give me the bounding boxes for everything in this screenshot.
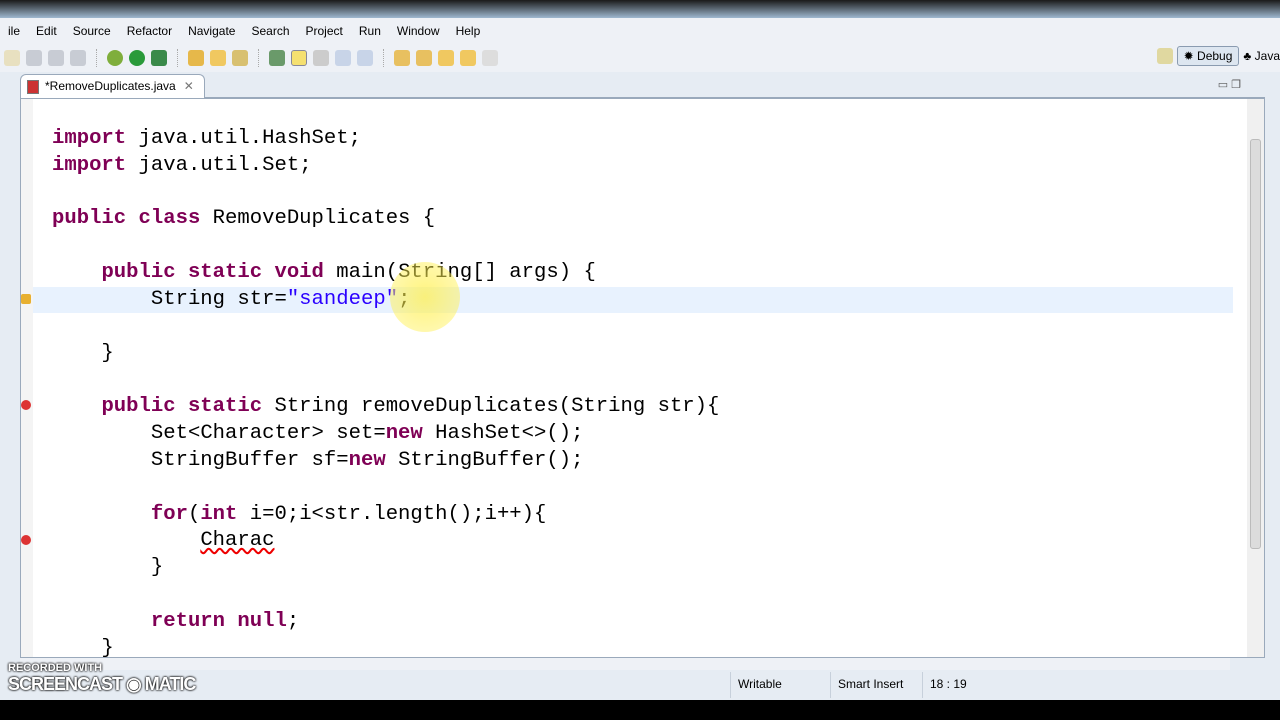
menu-refactor[interactable]: Refactor	[119, 24, 180, 38]
watermark-line1: RECORDED WITH	[8, 662, 103, 674]
window-controls[interactable]: ▭ ❐	[1218, 78, 1241, 91]
show-source-icon[interactable]	[335, 50, 351, 66]
menu-bar: ile Edit Source Refactor Navigate Search…	[0, 18, 1280, 44]
code-line[interactable]: }	[52, 636, 719, 657]
menu-project[interactable]: Project	[298, 24, 351, 38]
code-line[interactable]	[52, 233, 719, 260]
code-line[interactable]: Set<Character> set=new HashSet<>();	[52, 421, 719, 448]
java-file-error-icon	[27, 80, 39, 94]
code-text[interactable]: import java.util.HashSet; import java.uti…	[52, 126, 719, 657]
tab-title: *RemoveDuplicates.java	[45, 79, 176, 93]
menu-run[interactable]: Run	[351, 24, 389, 38]
warning-marker-icon[interactable]	[21, 294, 31, 304]
java-label: Java	[1254, 49, 1280, 63]
code-line[interactable]: String str="sandeep";	[52, 287, 719, 314]
save-icon[interactable]	[26, 50, 42, 66]
annotation-ruler	[21, 99, 33, 657]
code-line[interactable]: }	[52, 341, 719, 368]
menu-search[interactable]: Search	[243, 24, 297, 38]
code-line[interactable]: public static String removeDuplicates(St…	[52, 394, 719, 421]
close-tab-icon[interactable]: ✕	[184, 79, 194, 93]
code-line[interactable]: Charac	[52, 528, 719, 555]
mouse-cursor-highlight	[390, 262, 460, 332]
toolbar	[0, 44, 1280, 72]
debug-label: Debug	[1197, 49, 1233, 63]
highlight-occurrences-icon[interactable]	[291, 50, 307, 66]
annotation-icon[interactable]	[269, 50, 285, 66]
horizontal-scrollbar[interactable]	[20, 658, 1230, 670]
taskbar	[0, 700, 1280, 720]
watermark-line3: MATIC	[144, 674, 197, 694]
back-icon[interactable]	[460, 50, 476, 66]
tab-removeduplicates-java[interactable]: *RemoveDuplicates.java ✕	[20, 74, 205, 98]
open-type-icon[interactable]	[188, 50, 204, 66]
code-line[interactable]: import java.util.HashSet;	[52, 126, 719, 153]
open-perspective-icon[interactable]	[1156, 48, 1173, 64]
vertical-scrollbar[interactable]	[1247, 99, 1264, 657]
code-line[interactable]: return null;	[52, 609, 719, 636]
debug-run-icon[interactable]	[107, 50, 123, 66]
writable-status: Writable	[738, 677, 782, 691]
code-line[interactable]	[52, 367, 719, 394]
save-all-icon[interactable]	[48, 50, 64, 66]
insert-mode-status: Smart Insert	[838, 677, 904, 691]
block-selection-icon[interactable]	[313, 50, 329, 66]
code-line[interactable]	[52, 180, 719, 207]
menu-window[interactable]: Window	[389, 24, 448, 38]
menu-source[interactable]: Source	[65, 24, 119, 38]
code-line[interactable]	[52, 475, 719, 502]
scrollbar-thumb[interactable]	[1250, 139, 1261, 549]
code-line[interactable]	[52, 582, 719, 609]
watermark-line2: SCREENCAST	[8, 674, 123, 694]
open-resource-icon[interactable]	[210, 50, 226, 66]
menu-help[interactable]: Help	[448, 24, 489, 38]
forward-icon[interactable]	[482, 50, 498, 66]
code-line[interactable]	[52, 314, 719, 341]
debug-perspective-button[interactable]: ✹ Debug	[1176, 46, 1240, 66]
perspective-switcher: ✹ Debug ♣ Java	[1156, 46, 1280, 66]
window-title-bar	[0, 0, 1280, 18]
next-annotation-icon[interactable]	[394, 50, 410, 66]
screencast-watermark: RECORDED WITH SCREENCAST ◉ MATIC	[8, 662, 197, 694]
java-perspective-button[interactable]: ♣ Java	[1243, 49, 1280, 63]
error-marker-icon[interactable]	[21, 535, 31, 545]
code-line[interactable]: public class RemoveDuplicates {	[52, 206, 719, 233]
code-editor[interactable]: import java.util.HashSet; import java.uti…	[20, 98, 1265, 658]
code-line[interactable]: for(int i=0;i<str.length();i++){	[52, 502, 719, 529]
menu-file[interactable]: ile	[0, 24, 28, 38]
menu-edit[interactable]: Edit	[28, 24, 65, 38]
print-icon[interactable]	[70, 50, 86, 66]
editor-area: *RemoveDuplicates.java ✕ ▭ ❐ import java.…	[0, 72, 1280, 670]
error-marker-icon[interactable]	[21, 400, 31, 410]
menu-navigate[interactable]: Navigate	[180, 24, 243, 38]
code-line[interactable]: StringBuffer sf=new StringBuffer();	[52, 448, 719, 475]
code-line[interactable]: import java.util.Set;	[52, 153, 719, 180]
search-icon[interactable]	[232, 50, 248, 66]
code-line[interactable]: public static void main(String[] args) {	[52, 260, 719, 287]
run-icon[interactable]	[129, 50, 145, 66]
cursor-position-status: 18 : 19	[930, 677, 967, 691]
whitespace-icon[interactable]	[357, 50, 373, 66]
last-edit-icon[interactable]	[438, 50, 454, 66]
external-tools-icon[interactable]	[151, 50, 167, 66]
code-line[interactable]: }	[52, 555, 719, 582]
new-icon[interactable]	[4, 50, 20, 66]
previous-annotation-icon[interactable]	[416, 50, 432, 66]
editor-tab-bar: *RemoveDuplicates.java ✕ ▭ ❐	[20, 74, 1265, 98]
